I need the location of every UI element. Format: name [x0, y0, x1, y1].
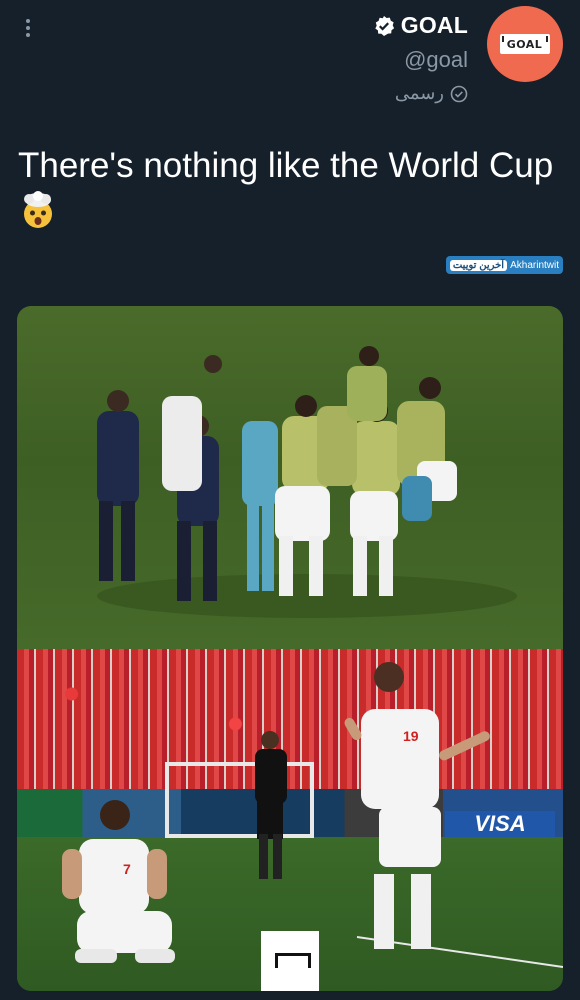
- team-huddle-image: [97, 346, 517, 618]
- more-dot-icon: [26, 26, 30, 30]
- watermark-persian: آخرین توییت: [449, 259, 508, 271]
- verified-check-icon: [375, 15, 394, 36]
- official-label: رسمی: [394, 83, 444, 103]
- more-dot-icon: [26, 33, 30, 37]
- official-check-icon: [450, 85, 468, 102]
- tweet-photo-player-celebration[interactable]: VISA 19 7: [17, 649, 563, 991]
- goal-watermark-badge: [261, 931, 319, 991]
- exploding-head-emoji: [24, 191, 52, 228]
- more-options-button[interactable]: [18, 16, 38, 42]
- watermark-latin: Akharintwit: [510, 259, 559, 271]
- account-name-row[interactable]: GOAL: [373, 12, 468, 39]
- akharintwit-watermark: آخرین توییت Akharintwit: [445, 256, 563, 274]
- more-dot-icon: [26, 19, 30, 23]
- tweet-photo-team-huddle[interactable]: [17, 306, 563, 649]
- avatar[interactable]: GOAL: [487, 6, 563, 82]
- goal-logo: GOAL: [499, 34, 551, 54]
- svg-text:19: 19: [403, 728, 419, 744]
- official-label-row: رسمی: [373, 83, 468, 104]
- svg-text:7: 7: [123, 861, 131, 877]
- tweet-text: There's nothing like the World Cup: [18, 146, 554, 185]
- account-name: GOAL: [400, 12, 468, 38]
- account-header: GOAL @goal رسمی: [373, 12, 468, 104]
- account-handle[interactable]: @goal: [373, 47, 468, 73]
